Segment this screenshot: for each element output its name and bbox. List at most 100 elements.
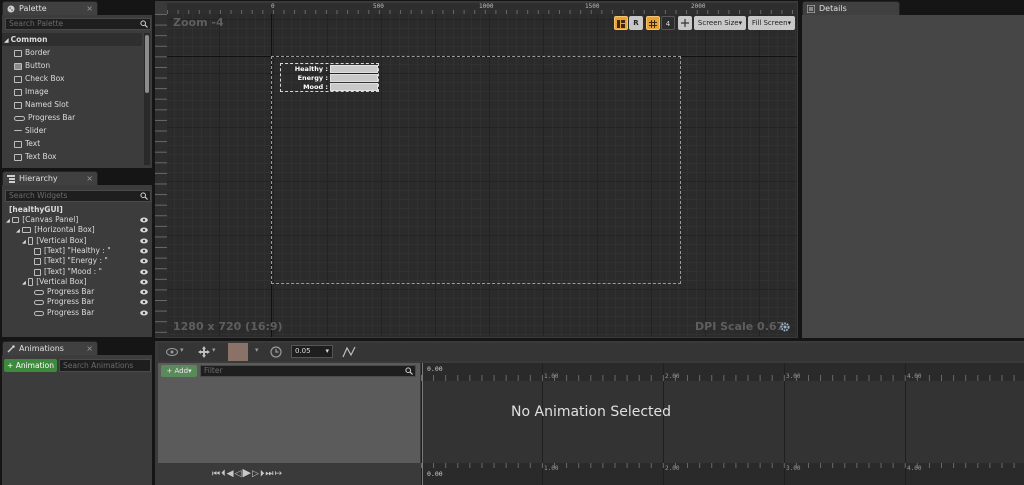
eye-icon[interactable]	[140, 238, 148, 244]
slider-icon	[14, 130, 22, 132]
collapse-arrow-icon: ◢	[4, 37, 9, 44]
time-tick-label: 1.00	[544, 465, 559, 472]
details-icon	[807, 5, 815, 13]
layout-mode-button[interactable]	[614, 16, 628, 30]
loop-icon[interactable]: ↦	[274, 469, 283, 479]
text-box-icon	[14, 153, 22, 161]
palette-item-slider[interactable]: Slider	[14, 124, 46, 137]
progress-bar-energy[interactable]	[330, 74, 378, 82]
animations-tab[interactable]: Animations ×	[2, 341, 98, 355]
hierarchy-search-input[interactable]: Search Widgets	[5, 190, 151, 202]
hierarchy-tab[interactable]: Hierarchy ×	[2, 171, 98, 185]
animations-search-input[interactable]: Search Animations	[59, 359, 151, 372]
search-icon[interactable]	[140, 20, 148, 28]
key-button[interactable]	[228, 343, 248, 361]
step-back-icon[interactable]: ◀	[227, 469, 235, 479]
palette-item-checkbox[interactable]: Check Box	[14, 72, 64, 85]
close-icon[interactable]: ×	[86, 172, 93, 186]
palette-panel: Search Palette ◢ Common Border Button Che…	[2, 15, 152, 168]
search-icon[interactable]	[405, 367, 413, 375]
eye-icon[interactable]	[140, 258, 148, 264]
details-tab[interactable]: Details	[802, 1, 900, 15]
step-forward-icon[interactable]: ▷	[252, 469, 260, 479]
zoom-label: Zoom -4	[173, 16, 224, 29]
time-tick-label: 0.00	[427, 365, 443, 373]
left-ruler[interactable]	[155, 14, 167, 337]
chevron-down-icon: ▾	[787, 19, 792, 27]
image-icon	[14, 88, 22, 96]
palette-item-border[interactable]: Border	[14, 46, 50, 59]
snap-value-dropdown[interactable]: 0.05 ▾	[291, 345, 333, 358]
button-icon	[14, 62, 22, 70]
palette-category-common[interactable]: ◢ Common	[2, 33, 142, 46]
chevron-down-icon[interactable]: ▾	[212, 346, 216, 354]
add-animation-button[interactable]: + Animation	[4, 359, 57, 372]
grid-step-value[interactable]: 4	[661, 16, 675, 30]
eye-icon[interactable]	[140, 217, 148, 223]
play-icon[interactable]: ▶	[242, 466, 251, 479]
details-panel	[802, 15, 1024, 338]
palette-item-named-slot[interactable]: Named Slot	[14, 98, 69, 111]
palette-item-progress-bar[interactable]: Progress Bar	[14, 111, 75, 124]
palette-tab[interactable]: Palette ×	[2, 1, 98, 15]
top-ruler[interactable]: 0 500 1000 1500 2000	[167, 3, 797, 14]
clock-icon[interactable]	[270, 346, 282, 358]
add-track-button[interactable]: + Add▾	[161, 365, 197, 377]
chevron-down-icon[interactable]: ▾	[180, 346, 184, 354]
palette-item-image[interactable]: Image	[14, 85, 49, 98]
expand-arrow-icon: ◢	[22, 280, 26, 286]
grid-snap-button[interactable]	[646, 16, 660, 30]
tree-item-horizontal-box[interactable]: ◢ [Horizontal Box]	[16, 224, 152, 235]
time-tick-label: 1.00	[544, 373, 559, 380]
dpi-scale-label: DPI Scale 0.67	[695, 320, 785, 333]
chevron-down-icon[interactable]: ▾	[255, 346, 259, 354]
progress-bar-mood[interactable]	[330, 83, 378, 91]
eye-icon[interactable]	[140, 269, 148, 275]
eye-icon[interactable]	[140, 310, 148, 316]
palette-item-text[interactable]: Text	[14, 137, 40, 150]
transform-icon[interactable]	[198, 346, 210, 358]
progress-bar-icon	[14, 115, 25, 121]
eye-icon[interactable]	[166, 348, 178, 356]
designer-canvas[interactable]: Zoom -4 1280 x 720 (16:9) DPI Scale 0.67…	[167, 14, 797, 337]
palette-item-text-box[interactable]: Text Box	[14, 150, 57, 163]
time-tick-label: 0.00	[427, 470, 443, 478]
transport-controls: ⏮⏴◀◁▶▷⏵⏭↦	[212, 466, 283, 479]
curve-icon[interactable]	[342, 346, 356, 358]
animation-icon	[7, 345, 15, 353]
palette-icon	[7, 5, 15, 13]
palette-search-input[interactable]: Search Palette	[5, 18, 151, 30]
named-slot-icon	[14, 101, 22, 109]
r-toggle-button[interactable]: R	[629, 16, 643, 30]
expand-arrow-icon: ◢	[6, 218, 10, 224]
layout-icon	[617, 20, 625, 28]
track-filter-input[interactable]: Filter	[200, 365, 416, 377]
palette-scrollbar-thumb[interactable]	[145, 35, 149, 93]
palette-item-button[interactable]: Button	[14, 59, 50, 72]
screen-size-dropdown[interactable]: Screen Size▾	[694, 16, 746, 30]
gear-icon[interactable]	[780, 322, 790, 332]
progress-bar-icon	[34, 310, 44, 316]
eye-icon[interactable]	[140, 289, 148, 295]
playhead-line[interactable]	[422, 363, 423, 485]
tree-item-text-energy[interactable]: [Text] "Energy : "	[34, 255, 152, 266]
eye-icon[interactable]	[140, 299, 148, 305]
search-icon[interactable]	[140, 192, 148, 200]
eye-icon[interactable]	[140, 279, 148, 285]
timeline-area[interactable]: 0.00 1.00 2.00 3.00 4.00 0.00 1.00 2.00 …	[421, 363, 1024, 485]
animations-tab-label: Animations	[19, 344, 64, 353]
close-icon[interactable]: ×	[86, 342, 93, 356]
eye-icon[interactable]	[140, 227, 148, 233]
hud-widget[interactable]: Healthy : Energy : Mood :	[280, 63, 379, 92]
close-icon[interactable]: ×	[86, 2, 93, 16]
pan-button[interactable]	[678, 16, 692, 30]
text-icon	[34, 268, 41, 276]
eye-icon[interactable]	[140, 248, 148, 254]
to-start-icon[interactable]: ⏮	[212, 469, 221, 479]
tree-item-progress-bar-2[interactable]: Progress Bar	[34, 296, 152, 307]
ruler-tick-label: 500	[373, 3, 384, 10]
ruler-tick-label: 2000	[691, 3, 706, 10]
fill-screen-dropdown[interactable]: Fill Screen▾	[748, 16, 795, 30]
progress-bar-healthy[interactable]	[330, 65, 378, 73]
tree-item-progress-bar-3[interactable]: Progress Bar	[34, 307, 152, 318]
